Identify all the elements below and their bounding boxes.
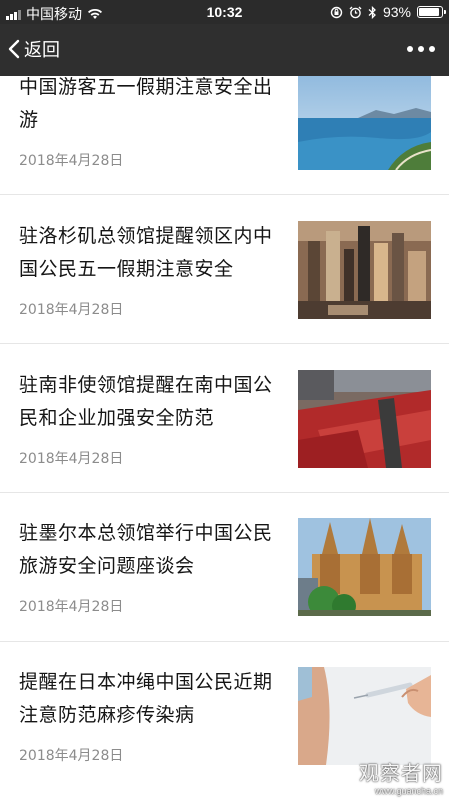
article-thumbnail [298, 667, 431, 765]
status-bar: 中国移动 10:32 93% [0, 0, 449, 24]
chevron-left-icon [8, 39, 20, 59]
nav-bar: 返回 [0, 24, 449, 76]
article-item[interactable]: 驻墨尔本总领馆举行中国公民旅游安全问题座谈会 2018年4月28日 [0, 493, 449, 642]
article-date: 2018年4月28日 [19, 153, 124, 169]
article-date: 2018年4月28日 [19, 599, 124, 615]
watermark-text: 观察者网 [359, 761, 443, 785]
more-dot-icon [407, 46, 413, 52]
watermark-url: www.guancha.cn [374, 786, 443, 796]
rotation-lock-icon [330, 6, 343, 18]
more-options-button[interactable] [407, 46, 435, 52]
article-thumbnail [298, 221, 431, 319]
article-title: 驻洛杉矶总领馆提醒领区内中国公民五一假期注意安全 [19, 225, 273, 280]
back-button[interactable]: 返回 [8, 36, 60, 62]
article-item[interactable]: 驻洛杉矶总领馆提醒领区内中国公民五一假期注意安全 2018年4月28日 [0, 196, 449, 344]
article-list: 中国游客五一假期注意安全出游 2018年4月28日 驻洛杉矶总领馆提醒领区内中国… [0, 76, 449, 800]
article-title: 中国游客五一假期注意安全出游 [19, 76, 273, 131]
more-dot-icon [429, 46, 435, 52]
article-date: 2018年4月28日 [19, 748, 124, 764]
alarm-icon [349, 6, 362, 18]
article-date: 2018年4月28日 [19, 451, 124, 467]
watermark-logo: 观察者网 www.guancha.cn [359, 757, 443, 796]
article-item[interactable]: 中国游客五一假期注意安全出游 2018年4月28日 [0, 76, 449, 195]
article-title: 提醒在日本冲绳中国公民近期注意防范麻疹传染病 [19, 671, 273, 726]
article-thumbnail [298, 370, 431, 468]
more-dot-icon [418, 46, 424, 52]
article-title: 驻南非使领馆提醒在南中国公民和企业加强安全防范 [19, 374, 273, 429]
bluetooth-icon [368, 5, 376, 19]
battery-percent: 93% [382, 4, 411, 20]
article-thumbnail [298, 518, 431, 616]
article-date: 2018年4月28日 [19, 302, 124, 318]
battery-icon [417, 6, 446, 18]
back-label: 返回 [24, 40, 60, 61]
article-title: 驻墨尔本总领馆举行中国公民旅游安全问题座谈会 [19, 522, 273, 577]
article-item[interactable]: 驻南非使领馆提醒在南中国公民和企业加强安全防范 2018年4月28日 [0, 345, 449, 493]
article-thumbnail [298, 76, 431, 170]
